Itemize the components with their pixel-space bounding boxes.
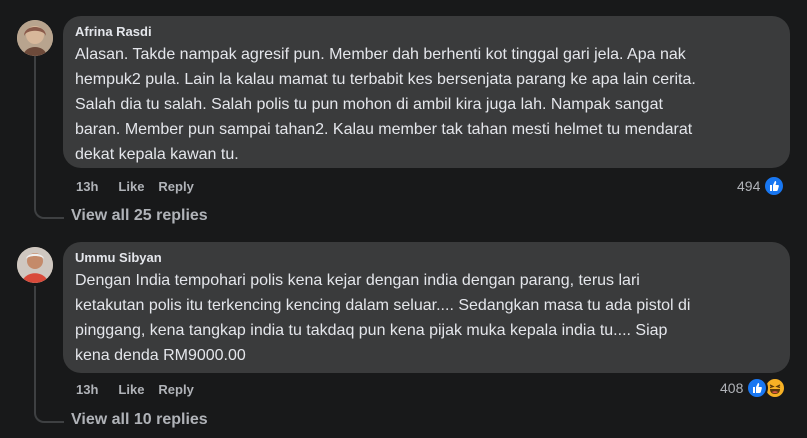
thread-line [34, 56, 36, 206]
avatar-image [17, 20, 53, 56]
comment-text-line: Dengan India tempohari polis kena kejar … [75, 272, 640, 289]
avatar-image [17, 247, 53, 283]
comment-timestamp[interactable]: 13h [76, 382, 98, 397]
comment-text-line: pinggang, kena tangkap india tu takdaq p… [75, 322, 668, 339]
view-replies-link[interactable]: View all 25 replies [71, 207, 208, 225]
comment-author[interactable]: Ummu Sibyan [75, 250, 778, 266]
avatar[interactable] [17, 247, 53, 283]
reaction-count: 408 [720, 380, 744, 396]
comment-bubble: Afrina Rasdi Alasan. Takde nampak agresi… [63, 16, 790, 168]
comment-text-line: baran. Member pun sampai tahan2. Kalau m… [75, 121, 693, 138]
reaction-summary[interactable]: 408 [720, 377, 787, 399]
comment-bubble: Ummu Sibyan Dengan India tempohari polis… [63, 242, 790, 373]
comment-text-line: Alasan. Takde nampak agresif pun. Member… [75, 46, 686, 63]
thread-elbow [34, 403, 64, 423]
comment-text-line: ketakutan polis itu terkencing kencing d… [75, 297, 691, 314]
reply-button[interactable]: Reply [158, 179, 193, 194]
comment-text-line: kena denda RM9000.00 [75, 347, 246, 364]
thread-line [34, 286, 36, 410]
like-icon [763, 175, 786, 197]
comment-text-line: hempuk2 pula. Lain la kalau mamat tu ter… [75, 71, 696, 88]
comment-text-line: dekat kepala kawan tu. [75, 146, 239, 163]
comment-timestamp[interactable]: 13h [76, 179, 98, 194]
comment-actions: 13h Like Reply [76, 179, 194, 194]
like-icon [746, 377, 769, 399]
like-button[interactable]: Like [118, 382, 144, 397]
reply-button[interactable]: Reply [158, 382, 193, 397]
reaction-count: 494 [737, 178, 761, 194]
comment-author[interactable]: Afrina Rasdi [75, 24, 778, 40]
avatar[interactable] [17, 20, 53, 56]
comment-actions: 13h Like Reply [76, 382, 194, 397]
reaction-summary[interactable]: 494 [737, 175, 786, 197]
comment-text-line: Salah dia tu salah. Salah polis tu pun m… [75, 96, 663, 113]
view-replies-link[interactable]: View all 10 replies [71, 411, 208, 429]
thread-elbow [34, 199, 64, 219]
like-button[interactable]: Like [118, 179, 144, 194]
